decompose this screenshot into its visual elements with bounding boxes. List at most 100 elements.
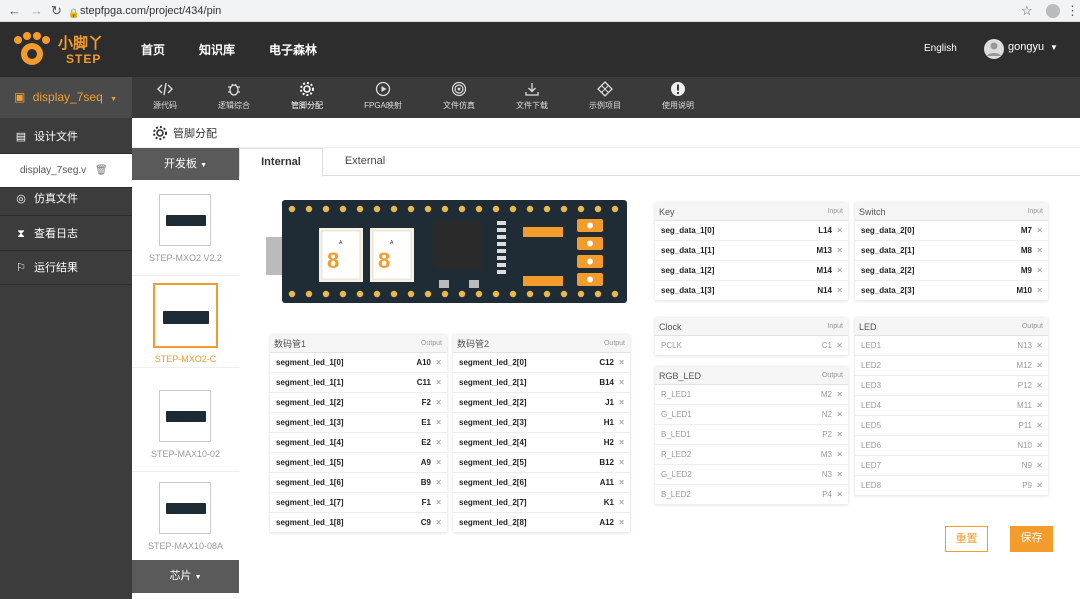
- close-icon[interactable]: ✕: [1036, 456, 1043, 476]
- close-icon[interactable]: ✕: [1036, 376, 1043, 396]
- table-row[interactable]: segment_led_1[2] F2 ✕: [270, 393, 447, 413]
- close-icon[interactable]: ✕: [435, 393, 442, 413]
- close-icon[interactable]: ✕: [618, 513, 625, 533]
- profile-icon[interactable]: [1046, 4, 1060, 18]
- back-icon[interactable]: ←: [8, 3, 21, 19]
- table-row[interactable]: segment_led_1[6] B9 ✕: [270, 473, 447, 493]
- project-selector[interactable]: ▣ display_7seq ▼: [0, 77, 132, 118]
- close-icon[interactable]: ✕: [836, 221, 843, 241]
- close-icon[interactable]: ✕: [1036, 336, 1043, 356]
- star-icon[interactable]: ☆: [1021, 3, 1033, 19]
- board-header[interactable]: 开发板 ▼: [132, 148, 239, 180]
- board-card-selected[interactable]: STEP-MXO2-C: [132, 276, 239, 368]
- close-icon[interactable]: ✕: [836, 336, 843, 356]
- table-row[interactable]: LED4 M11 ✕: [855, 396, 1048, 416]
- table-row[interactable]: seg_data_2[2] M9 ✕: [855, 261, 1048, 281]
- close-icon[interactable]: ✕: [1036, 261, 1043, 281]
- close-icon[interactable]: ✕: [1036, 436, 1043, 456]
- language-link[interactable]: English: [924, 43, 957, 54]
- table-row[interactable]: segment_led_2[2] J1 ✕: [453, 393, 630, 413]
- table-row[interactable]: segment_led_2[0] C12 ✕: [453, 353, 630, 373]
- avatar[interactable]: [984, 39, 1004, 59]
- close-icon[interactable]: ✕: [1036, 356, 1043, 376]
- tool-download[interactable]: 文件下载: [504, 81, 560, 111]
- table-row[interactable]: seg_data_1[3] N14 ✕: [655, 281, 848, 301]
- close-icon[interactable]: ✕: [618, 353, 625, 373]
- close-icon[interactable]: ✕: [1036, 476, 1043, 496]
- table-row[interactable]: segment_led_2[3] H1 ✕: [453, 413, 630, 433]
- close-icon[interactable]: ✕: [618, 393, 625, 413]
- close-icon[interactable]: ✕: [435, 513, 442, 533]
- close-icon[interactable]: ✕: [836, 385, 843, 405]
- table-row[interactable]: segment_led_1[5] A9 ✕: [270, 453, 447, 473]
- table-row[interactable]: B_LED2 P4 ✕: [655, 485, 848, 505]
- save-button[interactable]: 保存: [1010, 526, 1053, 552]
- table-row[interactable]: B_LED1 P2 ✕: [655, 425, 848, 445]
- table-row[interactable]: PCLK C1 ✕: [655, 336, 848, 356]
- table-row[interactable]: LED3 P12 ✕: [855, 376, 1048, 396]
- close-icon[interactable]: ✕: [836, 261, 843, 281]
- tool-source[interactable]: 源代码: [137, 81, 193, 111]
- table-row[interactable]: segment_led_1[7] F1 ✕: [270, 493, 447, 513]
- table-row[interactable]: segment_led_2[1] B14 ✕: [453, 373, 630, 393]
- table-row[interactable]: seg_data_1[0] L14 ✕: [655, 221, 848, 241]
- sidebar-item-design-files[interactable]: ▤ 设计文件: [0, 120, 132, 154]
- close-icon[interactable]: ✕: [435, 493, 442, 513]
- tool-help[interactable]: 使用说明: [650, 81, 706, 111]
- tool-simulation[interactable]: 文件仿真: [431, 81, 487, 111]
- close-icon[interactable]: ✕: [435, 353, 442, 373]
- close-icon[interactable]: ✕: [836, 485, 843, 505]
- close-icon[interactable]: ✕: [435, 453, 442, 473]
- forward-icon[interactable]: →: [30, 3, 43, 19]
- table-row[interactable]: LED6 N10 ✕: [855, 436, 1048, 456]
- board-card[interactable]: STEP-MAX10-02: [132, 380, 239, 472]
- close-icon[interactable]: ✕: [618, 413, 625, 433]
- close-icon[interactable]: ✕: [618, 453, 625, 473]
- close-icon[interactable]: ✕: [836, 425, 843, 445]
- close-icon[interactable]: ✕: [1036, 281, 1043, 301]
- table-row[interactable]: segment_led_1[0] A10 ✕: [270, 353, 447, 373]
- table-row[interactable]: LED2 M12 ✕: [855, 356, 1048, 376]
- sidebar-item-log[interactable]: ⧗ 查看日志: [0, 217, 132, 251]
- table-row[interactable]: segment_led_1[4] E2 ✕: [270, 433, 447, 453]
- table-row[interactable]: R_LED1 M2 ✕: [655, 385, 848, 405]
- logo-icon[interactable]: [12, 30, 52, 70]
- chip-header[interactable]: 芯片 ▼: [132, 560, 239, 593]
- nav-knowledge[interactable]: 知识库: [199, 41, 235, 58]
- table-row[interactable]: segment_led_2[8] A12 ✕: [453, 513, 630, 533]
- close-icon[interactable]: ✕: [618, 433, 625, 453]
- close-icon[interactable]: ✕: [618, 493, 625, 513]
- close-icon[interactable]: ✕: [836, 405, 843, 425]
- reset-button[interactable]: 重置: [945, 526, 988, 552]
- board-card[interactable]: STEP-MAX10-08A: [132, 472, 239, 564]
- menu-icon[interactable]: ⋮: [1066, 3, 1079, 19]
- reload-icon[interactable]: ↻: [51, 3, 62, 19]
- close-icon[interactable]: ✕: [1036, 221, 1043, 241]
- table-row[interactable]: G_LED1 N2 ✕: [655, 405, 848, 425]
- user-name[interactable]: gongyu: [1008, 41, 1044, 53]
- nav-forest[interactable]: 电子森林: [269, 41, 317, 58]
- sidebar-item-sim-files[interactable]: ◎ 仿真文件: [0, 182, 132, 216]
- close-icon[interactable]: ✕: [836, 445, 843, 465]
- table-row[interactable]: seg_data_1[1] M13 ✕: [655, 241, 848, 261]
- table-row[interactable]: segment_led_1[3] E1 ✕: [270, 413, 447, 433]
- table-row[interactable]: seg_data_2[1] M8 ✕: [855, 241, 1048, 261]
- table-row[interactable]: G_LED2 N3 ✕: [655, 465, 848, 485]
- sidebar-item-results[interactable]: ⚐ 运行结果: [0, 251, 132, 285]
- close-icon[interactable]: ✕: [1036, 416, 1043, 436]
- table-row[interactable]: seg_data_2[0] M7 ✕: [855, 221, 1048, 241]
- close-icon[interactable]: ✕: [435, 373, 442, 393]
- table-row[interactable]: LED7 N9 ✕: [855, 456, 1048, 476]
- tool-examples[interactable]: 示例项目: [577, 81, 633, 111]
- address-bar[interactable]: stepfpga.com/project/434/pin: [80, 3, 221, 19]
- close-icon[interactable]: ✕: [435, 413, 442, 433]
- table-row[interactable]: segment_led_2[7] K1 ✕: [453, 493, 630, 513]
- nav-home[interactable]: 首页: [141, 41, 165, 58]
- close-icon[interactable]: ✕: [1036, 396, 1043, 416]
- board-card[interactable]: STEP-MXO2 V2.2: [132, 184, 239, 276]
- table-row[interactable]: R_LED2 M3 ✕: [655, 445, 848, 465]
- table-row[interactable]: segment_led_2[4] H2 ✕: [453, 433, 630, 453]
- tab-external[interactable]: External: [323, 148, 407, 176]
- tool-pin-assign[interactable]: 管脚分配: [279, 81, 335, 111]
- close-icon[interactable]: ✕: [618, 473, 625, 493]
